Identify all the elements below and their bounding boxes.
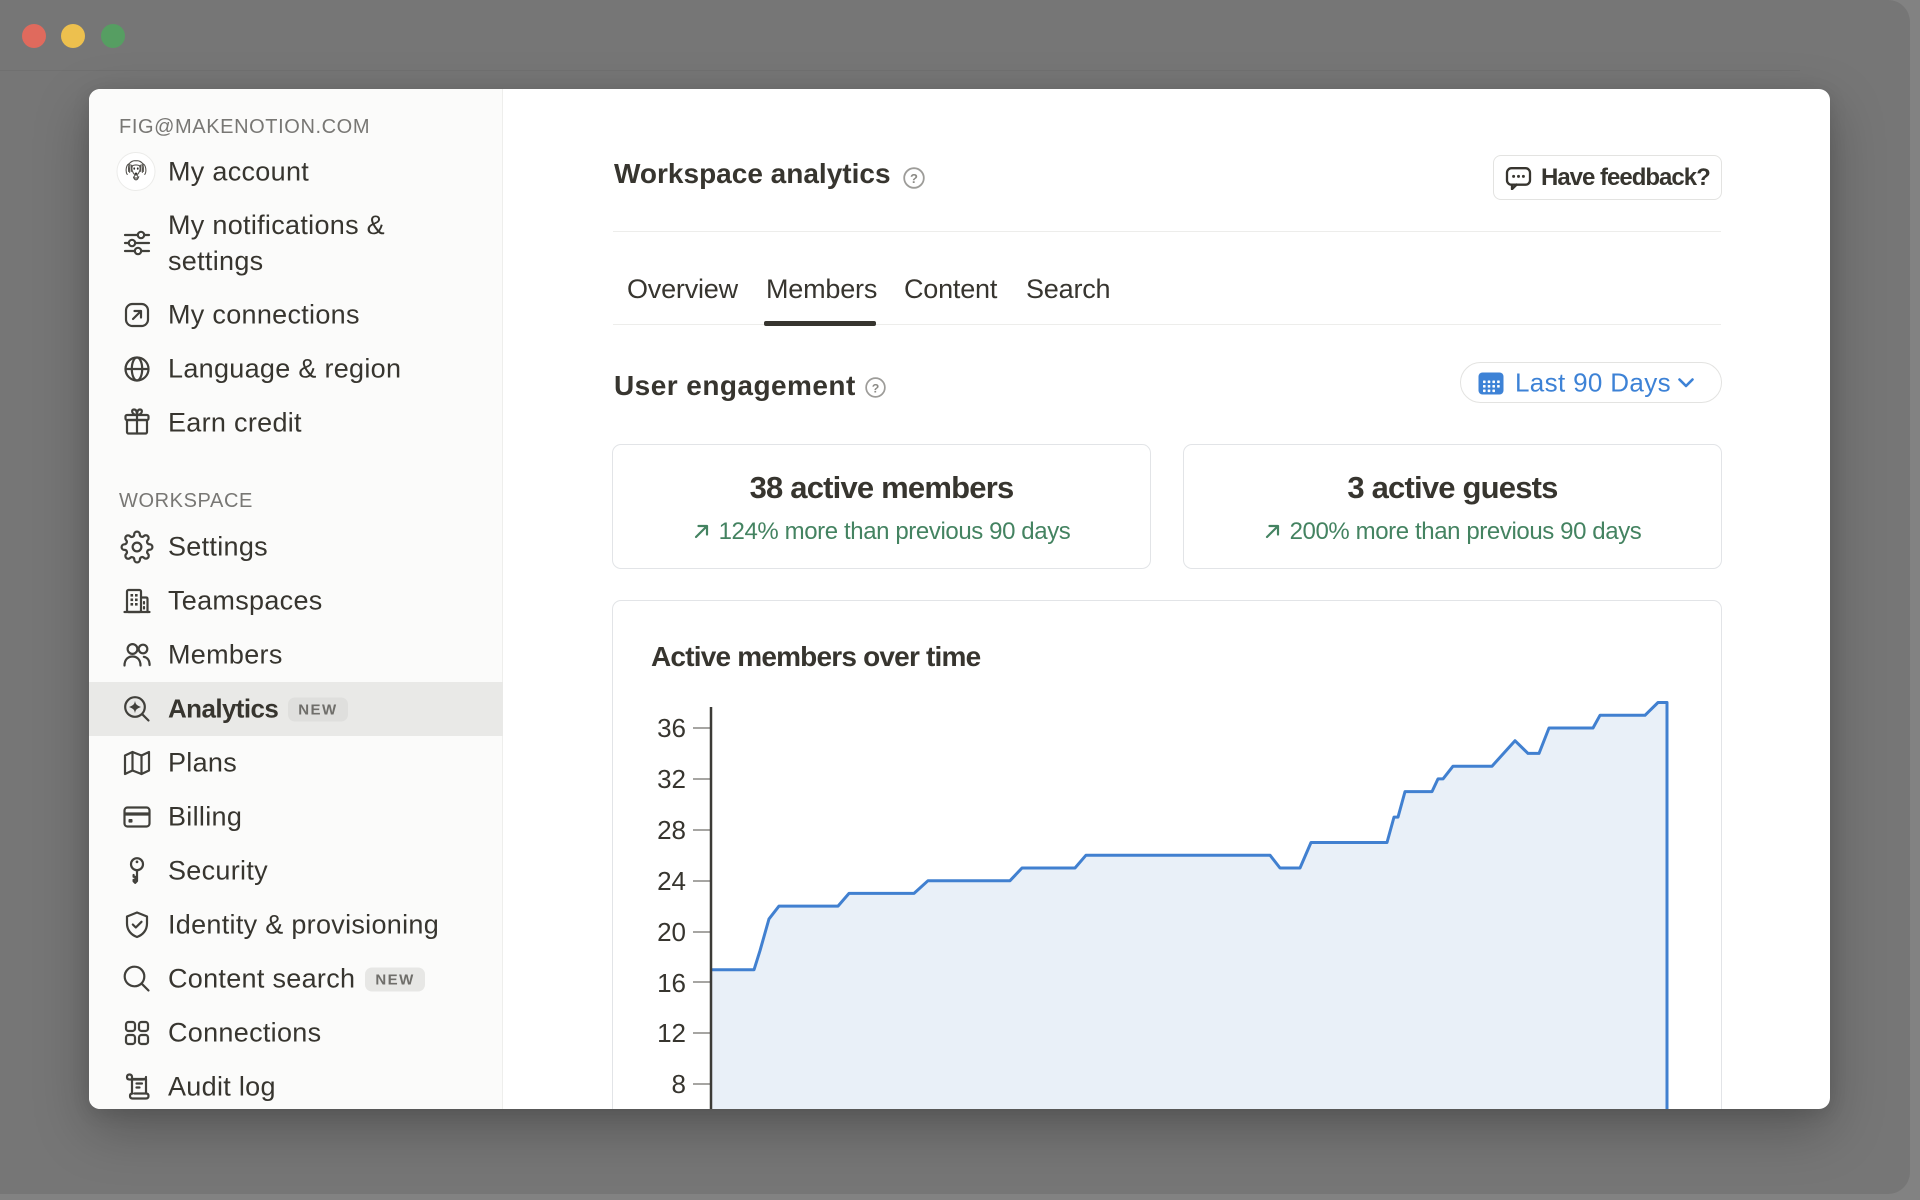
svg-text:24: 24 — [657, 866, 686, 896]
svg-text:?: ? — [910, 171, 918, 186]
svg-text:32: 32 — [657, 764, 686, 794]
svg-text:16: 16 — [657, 968, 686, 998]
svg-text:20: 20 — [657, 917, 686, 947]
svg-text:36: 36 — [657, 713, 686, 743]
svg-text:8: 8 — [672, 1069, 686, 1099]
svg-text:28: 28 — [657, 815, 686, 845]
svg-text:?: ? — [872, 381, 880, 395]
svg-text:12: 12 — [657, 1018, 686, 1048]
